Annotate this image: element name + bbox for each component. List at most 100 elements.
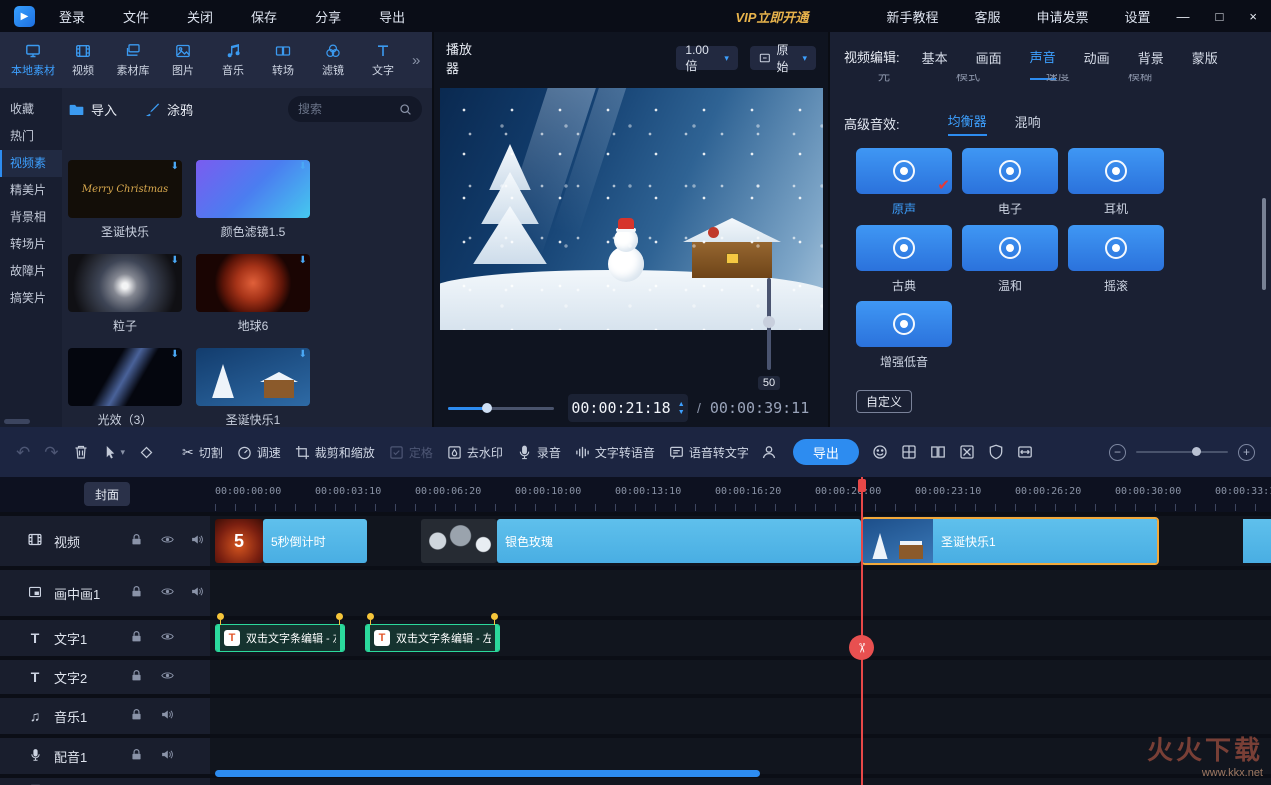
download-icon[interactable]: ⬇ bbox=[299, 256, 307, 266]
tab-background[interactable]: 背景 bbox=[1138, 34, 1164, 79]
speaker-icon[interactable] bbox=[160, 708, 174, 724]
playhead-handle[interactable] bbox=[858, 479, 866, 492]
asset-item[interactable]: ⬇ 光效（3） bbox=[68, 348, 182, 427]
volume-knob[interactable] bbox=[763, 316, 775, 328]
category-hot[interactable]: 热门 bbox=[0, 123, 62, 150]
tab-picture[interactable]: 画面 bbox=[976, 34, 1002, 79]
menu-invoice[interactable]: 申请发票 bbox=[1037, 7, 1089, 26]
tab-stock-library[interactable]: 素材库 bbox=[108, 43, 158, 78]
eye-icon[interactable] bbox=[160, 585, 175, 601]
tab-basic[interactable]: 基本 bbox=[922, 34, 948, 79]
clip-tail[interactable] bbox=[1243, 519, 1271, 563]
menu-save[interactable]: 保存 bbox=[251, 7, 277, 26]
menu-file[interactable]: 文件 bbox=[123, 7, 149, 26]
avatar-icon[interactable] bbox=[761, 444, 777, 460]
tab-image[interactable]: 图片 bbox=[158, 43, 208, 78]
doodle-button[interactable]: 涂鸦 bbox=[145, 100, 193, 119]
maximize-button[interactable]: □ bbox=[1216, 9, 1224, 24]
more-tabs-icon[interactable]: » bbox=[412, 52, 420, 69]
tab-text[interactable]: 文字 bbox=[358, 43, 408, 78]
seek-slider[interactable] bbox=[448, 407, 554, 410]
asset-item[interactable]: ⬇ 地球6 bbox=[196, 254, 310, 334]
eye-icon[interactable] bbox=[160, 669, 175, 685]
text-clip[interactable]: T 双击文字条编辑 - 左 bbox=[215, 624, 345, 652]
tab-local-media[interactable]: 本地素材 bbox=[8, 43, 58, 78]
download-icon[interactable]: ⬇ bbox=[299, 162, 307, 172]
lock-icon[interactable] bbox=[130, 630, 143, 646]
audio-effect-mild[interactable]: 温和 bbox=[962, 225, 1058, 294]
category-favorites[interactable]: 收藏 bbox=[0, 96, 62, 123]
menu-login[interactable]: 登录 bbox=[59, 7, 85, 26]
zoom-in-icon[interactable]: + bbox=[1238, 444, 1255, 461]
search-input[interactable] bbox=[298, 102, 393, 116]
track-voiceover-lane[interactable] bbox=[210, 738, 1271, 774]
app-logo[interactable]: ▶ bbox=[14, 6, 35, 27]
keyframe-icon[interactable] bbox=[139, 445, 154, 460]
audio-effect-headphone[interactable]: 耳机 bbox=[1068, 148, 1164, 217]
audio-effect-bass-boost[interactable]: 增强低音 bbox=[856, 301, 952, 370]
media-scrollbar[interactable] bbox=[4, 419, 30, 424]
panel-scrollbar[interactable] bbox=[1262, 198, 1266, 290]
menu-close[interactable]: 关闭 bbox=[187, 7, 213, 26]
tab-equalizer[interactable]: 均衡器 bbox=[948, 111, 987, 136]
record-audio-tool[interactable]: 录音 bbox=[517, 444, 561, 461]
crop-box-icon[interactable] bbox=[959, 444, 975, 460]
tab-filter[interactable]: 滤镜 bbox=[308, 43, 358, 78]
zoom-knob[interactable] bbox=[1192, 447, 1201, 456]
menu-export[interactable]: 导出 bbox=[379, 7, 405, 26]
timeline-ruler[interactable]: 封面 00:00:00:00 00:00:03:10 00:00:06:20 0… bbox=[0, 477, 1271, 512]
audio-effect-electronic[interactable]: 电子 bbox=[962, 148, 1058, 217]
freeze-frame-tool[interactable]: 定格 bbox=[389, 444, 433, 461]
scale-select[interactable]: 原始 ▾ bbox=[750, 46, 816, 70]
speed-tool[interactable]: 调速 bbox=[237, 444, 281, 461]
clip-ornaments-thumb[interactable] bbox=[421, 519, 497, 563]
fit-width-icon[interactable] bbox=[1017, 444, 1033, 460]
shield-icon[interactable] bbox=[988, 444, 1004, 460]
minimize-button[interactable]: — bbox=[1177, 9, 1190, 24]
track-music-lane[interactable] bbox=[210, 698, 1271, 734]
category-intros[interactable]: 精美片 bbox=[0, 177, 62, 204]
split-cursor-badge[interactable]: ✂ bbox=[849, 635, 874, 660]
text-clip[interactable]: T 双击文字条编辑 - 左 bbox=[365, 624, 500, 652]
menu-tutorial[interactable]: 新手教程 bbox=[886, 7, 938, 26]
download-icon[interactable]: ⬇ bbox=[171, 350, 179, 360]
asset-item[interactable]: ⬇ 粒子 bbox=[68, 254, 182, 334]
keyframe-pin[interactable] bbox=[367, 613, 374, 620]
timeline-zoom-slider[interactable] bbox=[1136, 451, 1228, 453]
menu-share[interactable]: 分享 bbox=[315, 7, 341, 26]
zoom-out-icon[interactable]: − bbox=[1109, 444, 1126, 461]
text-to-speech-tool[interactable]: 文字转语音 bbox=[575, 444, 655, 461]
speaker-icon[interactable] bbox=[190, 533, 204, 549]
clip-silver-rose[interactable]: 银色玫瑰 bbox=[497, 519, 861, 563]
close-button[interactable]: × bbox=[1249, 9, 1257, 24]
select-cursor-icon[interactable]: ▾ bbox=[103, 445, 126, 460]
tab-mask[interactable]: 蒙版 bbox=[1192, 34, 1218, 79]
keyframe-pin[interactable] bbox=[336, 613, 343, 620]
asset-item[interactable]: ⬇ 圣诞快乐1 bbox=[196, 348, 310, 427]
cover-button[interactable]: 封面 bbox=[84, 482, 130, 506]
speed-select[interactable]: 1.00 倍 ▾ bbox=[676, 46, 737, 70]
audio-effect-original[interactable]: ✔ 原声 bbox=[856, 148, 952, 217]
track-video-lane[interactable]: 5 5秒倒计时 THE NEXT MORNING. THE NEXT MORNI… bbox=[210, 516, 1271, 566]
asset-item[interactable]: ⬇ 颜色滤镜1.5 bbox=[196, 160, 310, 240]
tab-transition[interactable]: 转场 bbox=[258, 43, 308, 78]
asset-item[interactable]: Merry Christmas⬇ 圣诞快乐 bbox=[68, 160, 182, 240]
undo-icon[interactable]: ↶ bbox=[16, 444, 30, 461]
category-transitions[interactable]: 转场片 bbox=[0, 231, 62, 258]
audio-effect-rock[interactable]: 摇滚 bbox=[1068, 225, 1164, 294]
tab-sound[interactable]: 声音 bbox=[1030, 33, 1056, 80]
speaker-icon[interactable] bbox=[160, 748, 174, 764]
lock-icon[interactable] bbox=[130, 585, 143, 601]
lock-icon[interactable] bbox=[130, 669, 143, 685]
import-button[interactable]: 导入 bbox=[68, 100, 117, 119]
export-button[interactable]: 导出 bbox=[793, 439, 859, 465]
speech-to-text-tool[interactable]: 语音转文字 bbox=[669, 444, 749, 461]
collage-icon[interactable] bbox=[901, 444, 917, 460]
clip-countdown-thumb[interactable]: 5 bbox=[215, 519, 263, 563]
download-icon[interactable]: ⬇ bbox=[171, 256, 179, 266]
lock-icon[interactable] bbox=[130, 708, 143, 724]
track-pip-lane[interactable] bbox=[210, 570, 1271, 616]
custom-effect-button[interactable]: 自定义 bbox=[856, 390, 912, 413]
menu-support[interactable]: 客服 bbox=[975, 7, 1001, 26]
clip-christmas-selected[interactable]: 圣诞快乐1 bbox=[861, 517, 1159, 565]
